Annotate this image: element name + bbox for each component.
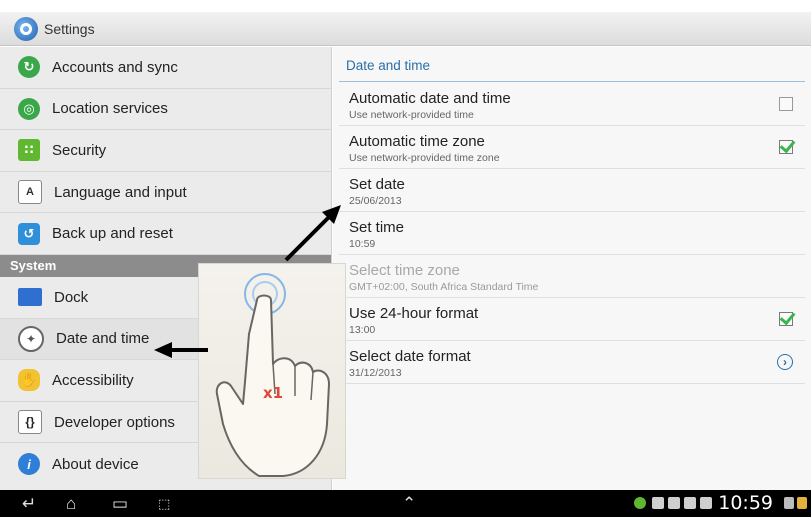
status-clock: 10:59: [718, 492, 773, 514]
recent-apps-icon[interactable]: ▭: [112, 494, 128, 514]
gallery-icon: [684, 497, 696, 509]
battery-icon: [797, 497, 807, 509]
home-icon[interactable]: ⌂: [66, 494, 76, 514]
arrow-to-set-date: [284, 205, 341, 262]
back-icon[interactable]: ↵: [22, 494, 36, 514]
annotation-arrows: [154, 205, 341, 358]
system-navigation-bar: ↵ ⌂ ▭ ⬚ ⌃ 10:59: [0, 490, 811, 517]
arrow-to-date-and-time: [154, 342, 208, 358]
chevron-up-icon[interactable]: ⌃: [402, 494, 416, 514]
screenshot-icon[interactable]: ⬚: [158, 496, 170, 512]
wifi-icon: [784, 497, 794, 509]
usb-icon: [652, 497, 664, 509]
star-icon: [700, 497, 712, 509]
android-status-icon: [634, 497, 646, 509]
sd-card-icon: [668, 497, 680, 509]
